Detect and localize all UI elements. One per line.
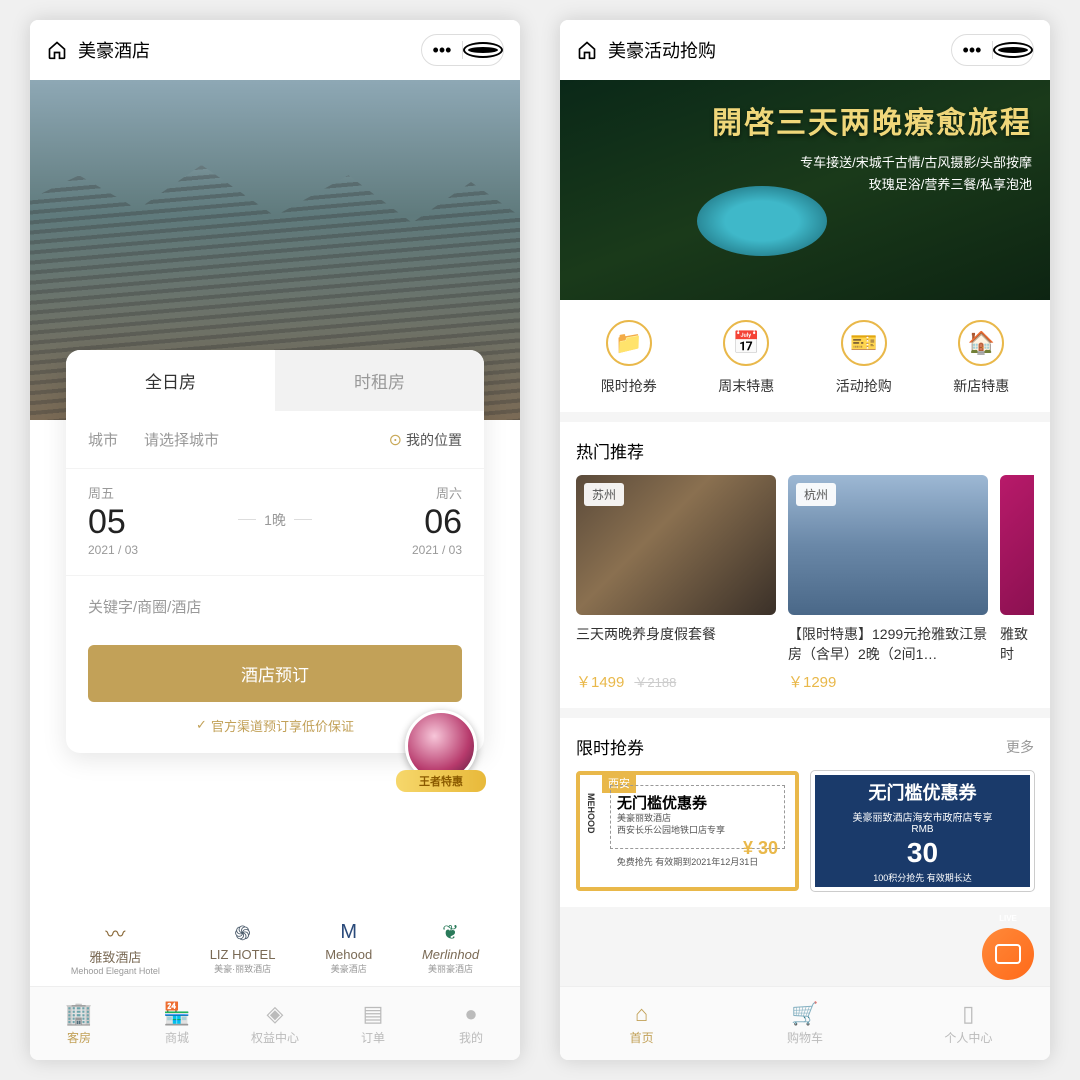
target-icon[interactable]	[993, 42, 1033, 58]
capsule-r: •••	[951, 34, 1034, 66]
doc-icon: ▯	[962, 1001, 974, 1027]
app-title-r: 美豪活动抢购	[608, 37, 716, 63]
tab-rooms[interactable]: 🏢客房	[30, 987, 128, 1060]
home-icon: ⌂	[635, 1001, 648, 1027]
brand-4[interactable]: ❦Merlinhod美丽豪酒店	[422, 919, 479, 976]
hotel-card-1[interactable]: 苏州 三天两晚养身度假套餐 ￥1499￥2188	[576, 475, 776, 692]
tab-fullday[interactable]: 全日房	[66, 350, 275, 411]
brand-1[interactable]: 〰雅致酒店Mehood Elegant Hotel	[71, 919, 160, 976]
promo-ribbon: 王者特惠	[396, 770, 486, 792]
menu-weekend[interactable]: 📅周末特惠	[688, 320, 806, 396]
coupon-1[interactable]: 西安 MEHOOD 无门槛优惠券 美豪丽致酒店 西安长乐公园地铁口店专享 ¥ 3…	[576, 771, 799, 891]
ticket-icon: 🎫	[841, 320, 887, 366]
topbar-r: 美豪活动抢购 •••	[560, 20, 1050, 80]
shop-icon: 🏪	[163, 1001, 190, 1027]
phone-left: 美豪酒店 ••• 全日房 时租房 城市 请选择城市 ⊙我的位置 周五 05 20…	[30, 20, 520, 1060]
app-title: 美豪酒店	[78, 37, 150, 63]
home-icon[interactable]	[576, 39, 598, 61]
diamond-icon: ◈	[267, 1001, 284, 1027]
tab-benefits[interactable]: ◈权益中心	[226, 987, 324, 1060]
list-icon: ▤	[363, 1001, 384, 1027]
topbar: 美豪酒店 •••	[30, 20, 520, 80]
city-placeholder: 请选择城市	[144, 429, 389, 450]
pool-graphic	[697, 186, 827, 256]
menu-coupons[interactable]: 📁限时抢券	[570, 320, 688, 396]
live-label: LIVE	[999, 914, 1017, 923]
section-title: 热门推荐	[576, 438, 644, 463]
shield-icon: ✓	[196, 717, 207, 733]
tab-orders[interactable]: ▤订单	[324, 987, 422, 1060]
tab-me[interactable]: ●我的	[422, 987, 520, 1060]
tab-mall[interactable]: 🏪商城	[128, 987, 226, 1060]
quick-menu: 📁限时抢券 📅周末特惠 🎫活动抢购 🏠新店特惠	[560, 300, 1050, 412]
more-icon[interactable]: •••	[952, 40, 992, 61]
cart-icon: 🛒	[791, 1001, 818, 1027]
checkout: 周六 06 2021 / 03	[322, 483, 462, 557]
calendar-icon: 📅	[723, 320, 769, 366]
tabbar-left: 🏢客房 🏪商城 ◈权益中心 ▤订单 ●我的	[30, 986, 520, 1060]
location-icon: ⊙	[389, 430, 402, 450]
tabbar-right: ⌂首页 🛒购物车 ▯个人中心	[560, 986, 1050, 1060]
section-coupon: 限时抢券更多 西安 MEHOOD 无门槛优惠券 美豪丽致酒店 西安长乐公园地铁口…	[560, 718, 1050, 907]
capsule: •••	[421, 34, 504, 66]
building-icon: 🏢	[65, 1001, 92, 1027]
house-icon: 🏠	[958, 320, 1004, 366]
tab-profile[interactable]: ▯个人中心	[887, 987, 1050, 1060]
brand-row: 〰雅致酒店Mehood Elegant Hotel ֍LIZ HOTEL美豪·丽…	[30, 909, 520, 986]
card-list[interactable]: 苏州 三天两晚养身度假套餐 ￥1499￥2188 杭州 【限时特惠】1299元抢…	[576, 475, 1034, 692]
menu-flash[interactable]: 🎫活动抢购	[805, 320, 923, 396]
live-button[interactable]: LIVE	[982, 928, 1034, 980]
scroll-area[interactable]: 開啓三天两晚療愈旅程 专车接送/宋城千古情/古风摄影/头部按摩 玫瑰足浴/营养三…	[560, 80, 1050, 1060]
hero-title: 開啓三天两晚療愈旅程	[578, 98, 1032, 142]
room-tabs: 全日房 时租房	[66, 350, 484, 411]
tab-cart[interactable]: 🛒购物车	[723, 987, 886, 1060]
hotel-card-3[interactable]: 雅致时特…	[1000, 475, 1034, 692]
home-icon[interactable]	[46, 39, 68, 61]
coupon-list: 西安 MEHOOD 无门槛优惠券 美豪丽致酒店 西安长乐公园地铁口店专享 ¥ 3…	[576, 771, 1034, 891]
target-icon[interactable]	[463, 42, 503, 58]
city-label: 城市	[88, 429, 144, 450]
booking-card: 全日房 时租房 城市 请选择城市 ⊙我的位置 周五 05 2021 / 03 1…	[66, 350, 484, 753]
coupon-2[interactable]: 无门槛优惠券 美豪丽致酒店海安市政府店专享 RMB 30 100积分抢先 有效期…	[811, 771, 1034, 891]
hero-banner[interactable]: 開啓三天两晚療愈旅程 专车接送/宋城千古情/古风摄影/头部按摩 玫瑰足浴/营养三…	[560, 80, 1050, 300]
more-link[interactable]: 更多	[1006, 737, 1034, 757]
city-row[interactable]: 城市 请选择城市 ⊙我的位置	[66, 411, 484, 469]
more-icon[interactable]: •••	[422, 40, 462, 61]
folder-icon: 📁	[606, 320, 652, 366]
promo-badge[interactable]: 王者特惠	[396, 710, 486, 800]
phone-right: 美豪活动抢购 ••• 開啓三天两晚療愈旅程 专车接送/宋城千古情/古风摄影/头部…	[560, 20, 1050, 1060]
nights: 1晚	[228, 510, 322, 530]
brand-3[interactable]: MMehood美豪酒店	[325, 919, 372, 976]
tab-hourly[interactable]: 时租房	[275, 350, 484, 411]
tv-icon	[995, 944, 1021, 964]
book-button[interactable]: 酒店预订	[88, 645, 462, 702]
tab-home[interactable]: ⌂首页	[560, 987, 723, 1060]
my-location[interactable]: ⊙我的位置	[389, 430, 462, 450]
section-hot: 热门推荐 苏州 三天两晚养身度假套餐 ￥1499￥2188 杭州 【限时特惠】1…	[560, 422, 1050, 708]
date-picker[interactable]: 周五 05 2021 / 03 1晚 周六 06 2021 / 03	[66, 469, 484, 576]
hero-sub: 专车接送/宋城千古情/古风摄影/头部按摩 玫瑰足浴/营养三餐/私享泡池	[578, 152, 1032, 196]
checkin: 周五 05 2021 / 03	[88, 483, 228, 557]
hotel-card-2[interactable]: 杭州 【限时特惠】1299元抢雅致江景房（含早）2晚（2间1… ￥1299	[788, 475, 988, 692]
keyword-input[interactable]: 关键字/商圈/酒店	[66, 576, 484, 637]
person-icon: ●	[464, 1001, 477, 1027]
brand-2[interactable]: ֍LIZ HOTEL美豪·丽致酒店	[210, 919, 276, 976]
menu-newstore[interactable]: 🏠新店特惠	[923, 320, 1041, 396]
